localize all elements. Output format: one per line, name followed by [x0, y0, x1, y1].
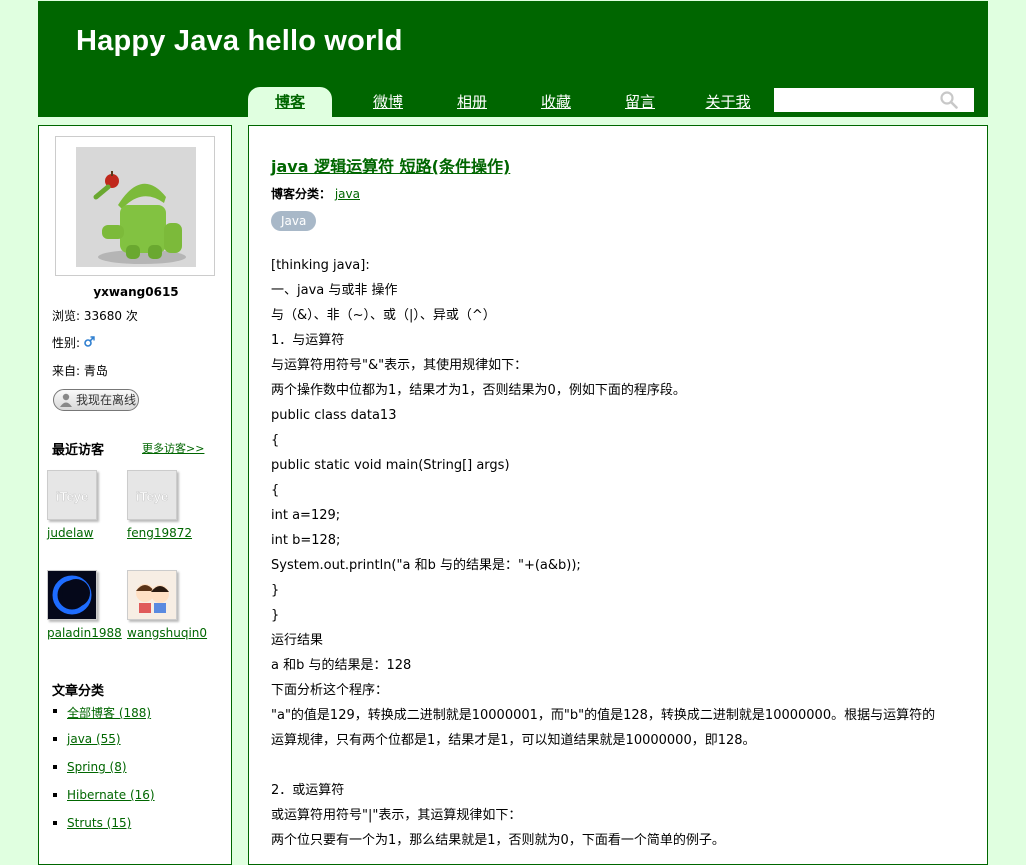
- gender-row: 性别:: [52, 334, 95, 351]
- category-item: Spring (8): [52, 760, 155, 788]
- svg-text:iTeye: iTeye: [56, 489, 88, 504]
- post-body-line: "a"的值是129，转换成二进制就是10000001，而"b"的值是128，转换…: [271, 708, 936, 723]
- post-body-line: 运行结果: [271, 633, 324, 648]
- post-category: 博客分类： java: [271, 185, 360, 202]
- visitor-item[interactable]: iTeye judelaw: [47, 470, 127, 540]
- nav-tab-about[interactable]: 关于我: [700, 87, 756, 117]
- visitor-name[interactable]: judelaw: [47, 526, 127, 540]
- visitor-avatar[interactable]: iTeye: [127, 470, 177, 520]
- post-body-line: [thinking java]:: [271, 258, 370, 273]
- sidebar: yxwang0615 浏览: 33680 次 性别: 来自: 青岛 我现在离线 …: [38, 125, 232, 865]
- post-title[interactable]: java 逻辑运算符 短路(条件操作): [271, 153, 510, 177]
- avatar-image: [76, 147, 196, 267]
- post-body-line: 一、java 与或非 操作: [271, 283, 398, 298]
- search-input[interactable]: [778, 89, 942, 113]
- nav-tab-album[interactable]: 相册: [444, 87, 500, 117]
- nav-tab-weibo[interactable]: 微博: [360, 87, 416, 117]
- post-tag-badge[interactable]: Java: [271, 211, 317, 231]
- post-body-line: 与运算符用符号"&"表示，其使用规律如下：: [271, 358, 528, 373]
- more-visitors-link[interactable]: 更多访客>>: [142, 440, 204, 456]
- post-body-line: 下面分析这个程序：: [271, 683, 389, 698]
- post-body-line: 或运算符用符号"|"表示，其运算规律如下：: [271, 808, 522, 823]
- post-body-line: int a=129;: [271, 508, 341, 523]
- visitor-avatar[interactable]: [127, 570, 177, 620]
- post-body-line: int b=128;: [271, 533, 341, 548]
- category-list: 全部博客 (188) java (55) Spring (8) Hibernat…: [52, 704, 155, 844]
- user-offline-icon: [58, 392, 74, 414]
- post-body-line: 运算规律，只有两个位都是1，结果才是1，可以知道结果就是10000000，即12…: [271, 733, 756, 748]
- category-link[interactable]: Spring (8): [67, 760, 127, 774]
- post-body-line: }: [271, 608, 280, 623]
- post-body-line: public class data13: [271, 408, 397, 423]
- post-body-line: System.out.println("a 和b 与的结果是："+(a&b));: [271, 558, 581, 573]
- avatar[interactable]: [55, 136, 215, 276]
- post-body-line: 与（&）、非（~）、或（|）、异或（^）: [271, 308, 496, 323]
- post-category-label: 博客分类：: [271, 187, 332, 201]
- main-content: java 逻辑运算符 短路(条件操作) 博客分类： java Java [thi…: [248, 125, 988, 865]
- visitor-name[interactable]: feng19872: [127, 526, 207, 540]
- svg-text:iTeye: iTeye: [136, 489, 168, 504]
- post-body-line: {: [271, 483, 280, 498]
- post-body-line: {: [271, 433, 280, 448]
- visitor-name[interactable]: wangshuqin0: [127, 626, 207, 640]
- post-body-line: }: [271, 583, 280, 598]
- offline-label: 我现在离线: [76, 393, 137, 407]
- location: 来自: 青岛: [52, 364, 108, 378]
- visitor-item[interactable]: iTeye feng19872: [127, 470, 207, 540]
- category-link[interactable]: Struts (15): [67, 816, 131, 830]
- offline-status-button[interactable]: 我现在离线: [53, 389, 139, 411]
- nav-tab-favorites[interactable]: 收藏: [528, 87, 584, 117]
- post-category-link[interactable]: java: [335, 187, 360, 201]
- view-count: 浏览: 33680 次: [52, 309, 138, 323]
- nav-tab-blog[interactable]: 博客: [248, 87, 332, 117]
- recent-visitors-heading: 最近访客: [52, 443, 105, 458]
- gender-label: 性别:: [52, 336, 81, 350]
- site-title[interactable]: Happy Java hello world: [76, 25, 403, 58]
- search-box: [774, 88, 974, 113]
- nav-tab-messages[interactable]: 留言: [612, 87, 668, 117]
- username: yxwang0615: [93, 285, 179, 299]
- category-item: Struts (15): [52, 816, 155, 844]
- category-link[interactable]: 全部博客 (188): [67, 706, 151, 720]
- visitor-item[interactable]: paladin1988: [47, 570, 127, 640]
- category-item: 全部博客 (188): [52, 704, 155, 732]
- post-body-line: public static void main(String[] args): [271, 458, 510, 473]
- search-icon[interactable]: [940, 91, 958, 113]
- category-link[interactable]: Hibernate (16): [67, 788, 155, 802]
- visitor-name[interactable]: paladin1988: [47, 626, 127, 640]
- visitor-item[interactable]: wangshuqin0: [127, 570, 207, 640]
- category-link[interactable]: java (55): [67, 732, 121, 746]
- category-item: java (55): [52, 732, 155, 760]
- post-body-line: 1．与运算符: [271, 333, 345, 348]
- post-body-line: 两个位只要有一个为1，那么结果就是1，否则就为0，下面看一个简单的例子。: [271, 833, 725, 848]
- post-body-line: 2．或运算符: [271, 783, 345, 798]
- visitor-avatar[interactable]: iTeye: [47, 470, 97, 520]
- visitor-avatar[interactable]: [47, 570, 97, 620]
- post-body-line: [271, 753, 971, 778]
- post-body-line: 两个操作数中位都为1，结果才为1，否则结果为0，例如下面的程序段。: [271, 383, 686, 398]
- post-body-line: a 和b 与的结果是：128: [271, 658, 412, 673]
- categories-heading: 文章分类: [52, 684, 105, 699]
- male-icon: [84, 336, 95, 350]
- site-header: Happy Java hello world 博客 微博 相册 收藏 留言 关于…: [38, 1, 988, 117]
- post-body: [thinking java]: 一、java 与或非 操作与（&）、非（~）、或…: [271, 253, 971, 853]
- category-item: Hibernate (16): [52, 788, 155, 816]
